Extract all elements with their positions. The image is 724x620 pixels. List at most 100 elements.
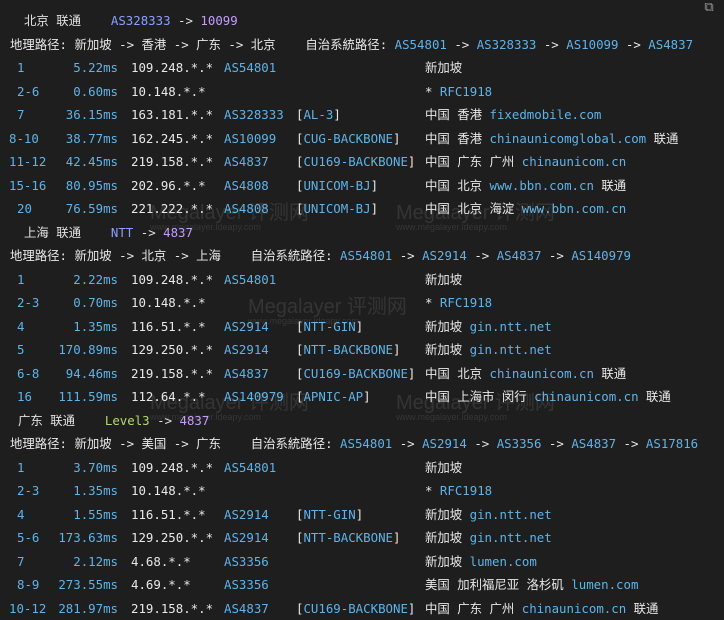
hop-number: 2-3 (17, 483, 40, 498)
as-path-label: 自治系統路径: (250, 248, 333, 263)
hop-geo: 中国 北京 (425, 365, 490, 381)
hop-latency: 173.63ms (58, 530, 118, 545)
hop-network-name: NTT-GIN (303, 318, 356, 334)
hop-location: 中国 香港 fixedmobile.com (425, 103, 601, 126)
hop-network: [CU169-BACKBONE] (296, 154, 416, 169)
as-path-label: 自治系統路径: (250, 436, 333, 451)
hop-ip: 112.64.*.* (131, 389, 206, 404)
hop-domain: www.bbn.com.cn (521, 201, 627, 216)
hop-network-name: CU169-BACKBONE (303, 154, 408, 169)
hop-latency: 1.35ms (73, 318, 118, 334)
section-header: 北京 联通 AS328333 -> 10099 (24, 9, 238, 32)
hop-geo: 中国 广东 广州 (425, 600, 522, 616)
hop-ip: 10.148.*.* (131, 295, 206, 310)
hop-ip: 109.248.*.* (131, 271, 214, 287)
hop-row: 5-6 173.63ms 129.250.*.* AS2914 [NTT-BACKBON… (0, 526, 724, 549)
hop-isp: 联通 (626, 600, 659, 616)
hop-network: [CU169-BACKBONE] (296, 365, 416, 381)
hop-geo: 新加坡 (425, 271, 463, 287)
hop-location: 中国 上海市 闵行 chinaunicom.cn 联通 (425, 385, 671, 408)
hop-network: [NTT-BACKBONE] (296, 342, 401, 357)
hop-latency: 94.46ms (65, 365, 118, 381)
hop-number: 2-6 (17, 83, 40, 99)
as-path-item: AS54801 (340, 248, 393, 263)
hop-geo: * (425, 83, 440, 99)
geo-path: 地理路径: 新加坡 -> 美国 -> 广东 (10, 436, 221, 451)
hop-row: 15-16 80.95ms 202.96.*.* AS4808 [UNICOM-BJ] 中… (0, 174, 724, 197)
hop-row: 7 2.12ms 4.68.*.* AS3356 新加坡 lumen.com (0, 550, 724, 573)
hop-row: 20 76.59ms 221.222.*.* AS4808 [UNICOM-BJ] 中国 … (0, 197, 724, 220)
hop-ip: 202.96.*.* (131, 177, 206, 193)
hop-location: * RFC1918 (425, 479, 492, 502)
hop-network-name: CUG-BACKBONE (303, 130, 393, 146)
as-path-item: AS17816 (645, 436, 699, 451)
hop-row: 5 170.89ms 129.250.*.* AS2914 [NTT-BACKBONE]… (0, 338, 724, 361)
hop-isp: 联通 (593, 365, 627, 381)
hop-location: 新加坡 gin.ntt.net (425, 503, 552, 526)
hop-location: * RFC1918 (425, 80, 492, 103)
hop-latency: 0.70ms (73, 295, 118, 310)
hop-geo: 新加坡 (425, 342, 470, 357)
hop-location: 新加坡 gin.ntt.net (425, 315, 552, 338)
hop-latency: 42.45ms (65, 154, 118, 169)
hop-network: [CU169-BACKBONE] (296, 600, 416, 616)
hop-row: 8-9 273.55ms 4.69.*.* AS3356 美国 加利福尼亚 洛杉矶 lu… (0, 573, 724, 596)
hop-as: AS140979 (224, 389, 284, 404)
hop-as: AS2914 (224, 342, 269, 357)
as-path-item: AS3356 (496, 436, 542, 451)
route-asn: 4837 (179, 412, 210, 428)
hop-domain: chinaunicom.cn (534, 389, 639, 404)
hop-row: 16 111.59ms 112.64.*.* AS140979 [APNIC-AP] 中国… (0, 385, 724, 408)
hop-latency: 5.22ms (73, 60, 118, 75)
hop-domain: chinaunicom.cn (489, 365, 594, 381)
hop-latency: 1.35ms (73, 483, 118, 498)
hop-row: 2-3 0.70ms 10.148.*.* * RFC1918 (0, 291, 724, 314)
hop-network-name: UNICOM-BJ (303, 177, 371, 193)
as-path-item: AS54801 (394, 36, 447, 52)
hop-as: AS4837 (224, 600, 269, 616)
hop-latency: 3.70ms (73, 459, 118, 475)
hop-as: AS10099 (224, 130, 277, 146)
route-asn: 10099 (200, 13, 238, 28)
hop-row: 4 1.35ms 116.51.*.* AS2914 [NTT-GIN] 新加坡 gin.… (0, 315, 724, 338)
hop-ip: 163.181.*.* (131, 107, 214, 122)
hop-network: [APNIC-AP] (296, 389, 371, 404)
hop-ip: 109.248.*.* (131, 459, 214, 475)
hop-row: 7 36.15ms 163.181.*.* AS328333 [AL-3] 中国 香港 f… (0, 103, 724, 126)
hop-domain: chinaunicom.cn (521, 154, 627, 169)
section-title: 上海 联通 (24, 224, 82, 240)
hop-geo: 新加坡 (425, 506, 470, 522)
hop-number: 8-9 (17, 577, 40, 592)
section-title: 广东 联通 (18, 412, 76, 428)
route-asn: 4837 (163, 224, 193, 240)
hop-as: AS54801 (224, 459, 277, 475)
hop-location: 新加坡 (425, 56, 462, 79)
hop-as: AS2914 (224, 530, 269, 545)
hop-row: 4 1.55ms 116.51.*.* AS2914 [NTT-GIN] 新加坡 gin.… (0, 503, 724, 526)
hop-latency: 2.22ms (73, 271, 118, 287)
route-paths: 地理路径: 新加坡 -> 美国 -> 广东 自治系統路径: AS54801 ->… (10, 436, 699, 451)
hop-geo: 中国 北京 海淀 (425, 201, 522, 216)
hop-domain: gin.ntt.net (469, 318, 552, 334)
copy-icon[interactable]: ⧉ (700, 0, 718, 16)
hop-geo: * (425, 483, 440, 498)
hop-row: 2-6 0.60ms 10.148.*.* * RFC1918 (0, 80, 724, 103)
hop-ip: 4.69.*.* (131, 577, 191, 592)
hop-network: [NTT-GIN] (296, 318, 364, 334)
hop-location: 新加坡 (425, 268, 462, 291)
hop-geo: 新加坡 (425, 318, 470, 334)
hop-number: 6-8 (17, 365, 40, 381)
hop-geo: 新加坡 (425, 530, 470, 545)
hop-ip: 10.148.*.* (131, 483, 206, 498)
hop-geo: 中国 北京 (425, 177, 490, 193)
geo-path: 地理路径: 新加坡 -> 北京 -> 上海 (10, 248, 221, 263)
hop-network: [NTT-GIN] (296, 506, 364, 522)
hop-location: 新加坡 gin.ntt.net (425, 338, 552, 361)
hop-network: [CUG-BACKBONE] (296, 130, 401, 146)
hop-latency: 111.59ms (58, 389, 118, 404)
hop-row: 1 2.22ms 109.248.*.* AS54801 新加坡 (0, 268, 724, 291)
hop-location: 中国 广东 广州 chinaunicom.cn (425, 150, 626, 173)
hop-geo: 美国 加利福尼亚 洛杉矶 (425, 577, 572, 592)
hop-number: 4 (17, 318, 25, 334)
hop-ip: 116.51.*.* (131, 506, 206, 522)
